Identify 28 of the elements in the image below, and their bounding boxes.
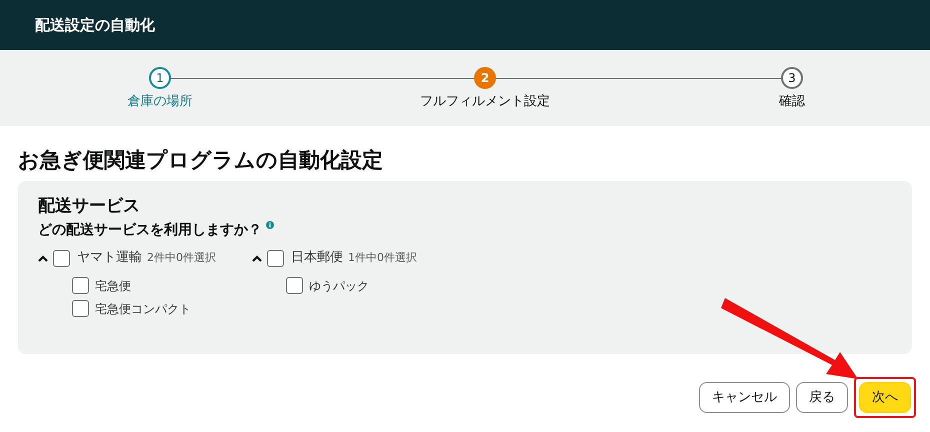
- header-title: 配送設定の自動化: [35, 14, 155, 36]
- action-button[interactable]: キャンセル: [699, 382, 790, 413]
- checkbox[interactable]: [72, 277, 89, 294]
- selection-count: 1件中0件選択: [348, 250, 417, 266]
- step-number: 2: [474, 67, 496, 89]
- service-label: 宅急便: [95, 278, 131, 294]
- chevron-icon[interactable]: [38, 254, 48, 262]
- service-label: 宅急便コンパクト: [95, 300, 191, 318]
- action-button[interactable]: 戻る: [796, 382, 848, 413]
- step-label: 倉庫の場所: [128, 93, 192, 111]
- service-label: ゆうパック: [309, 278, 369, 294]
- checkbox[interactable]: [286, 277, 303, 294]
- step-number: 1: [149, 67, 171, 89]
- carrier-label: ヤマト運輸: [77, 249, 142, 268]
- page-title: お急ぎ便関連プログラムの自動化設定: [18, 147, 384, 174]
- checkbox[interactable]: [72, 300, 89, 317]
- carrier-label: 日本郵便: [291, 249, 343, 268]
- step-label: 確認: [779, 93, 805, 111]
- step-label: フルフィルメント設定: [420, 93, 550, 111]
- checkbox[interactable]: [267, 250, 284, 266]
- question-text: どの配送サービスを利用しますか？: [38, 221, 262, 240]
- action-button[interactable]: 次へ: [859, 382, 911, 413]
- step-number: 3: [781, 67, 803, 89]
- info-icon[interactable]: [266, 221, 274, 229]
- checkbox[interactable]: [53, 250, 70, 266]
- selection-count: 2件中0件選択: [147, 250, 216, 266]
- chevron-icon[interactable]: [252, 254, 262, 262]
- card-title: 配送サービス: [38, 195, 141, 217]
